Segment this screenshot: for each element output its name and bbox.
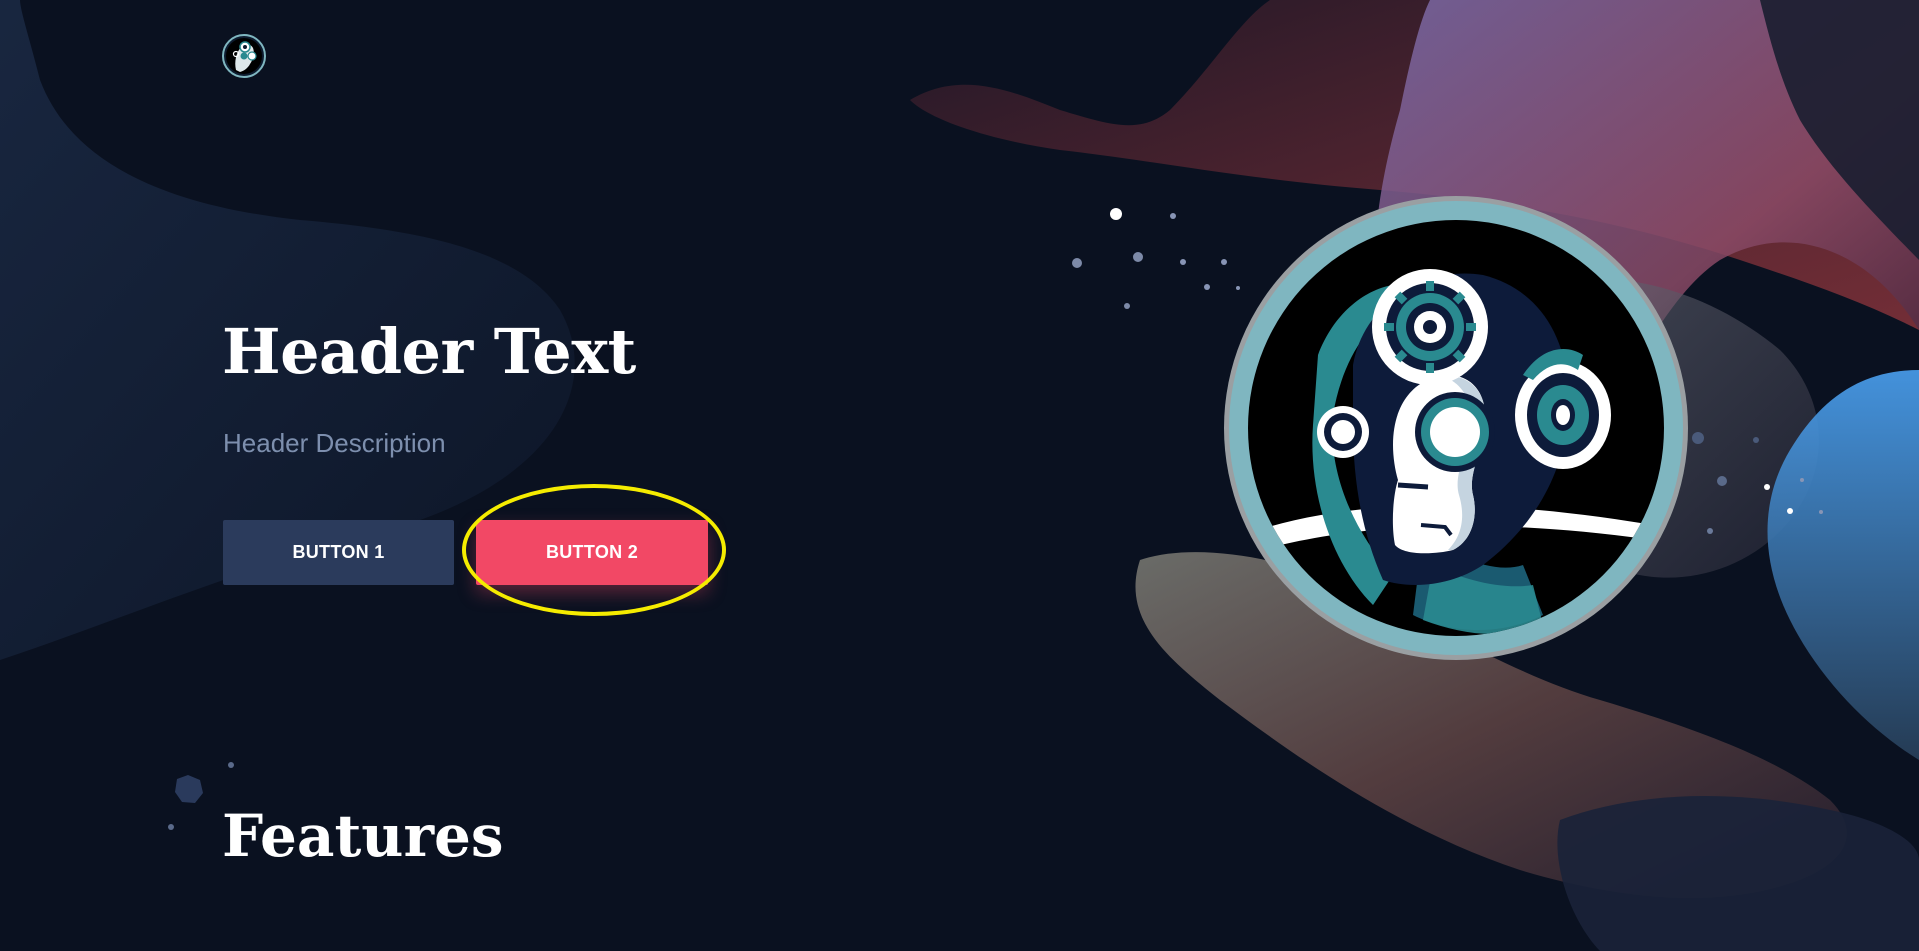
hero-description: Header Description — [223, 428, 446, 458]
hero-title: Header Text — [222, 315, 636, 388]
robot-head-logo-icon[interactable] — [222, 34, 266, 78]
button-1[interactable]: BUTTON 1 — [223, 520, 454, 585]
landing-page: Header Text Header Description BUTTON 1 … — [0, 0, 1919, 951]
features-heading: Features — [222, 802, 504, 870]
button-2[interactable]: BUTTON 2 — [476, 520, 708, 585]
robot-head-gears-illustration — [1224, 196, 1688, 660]
